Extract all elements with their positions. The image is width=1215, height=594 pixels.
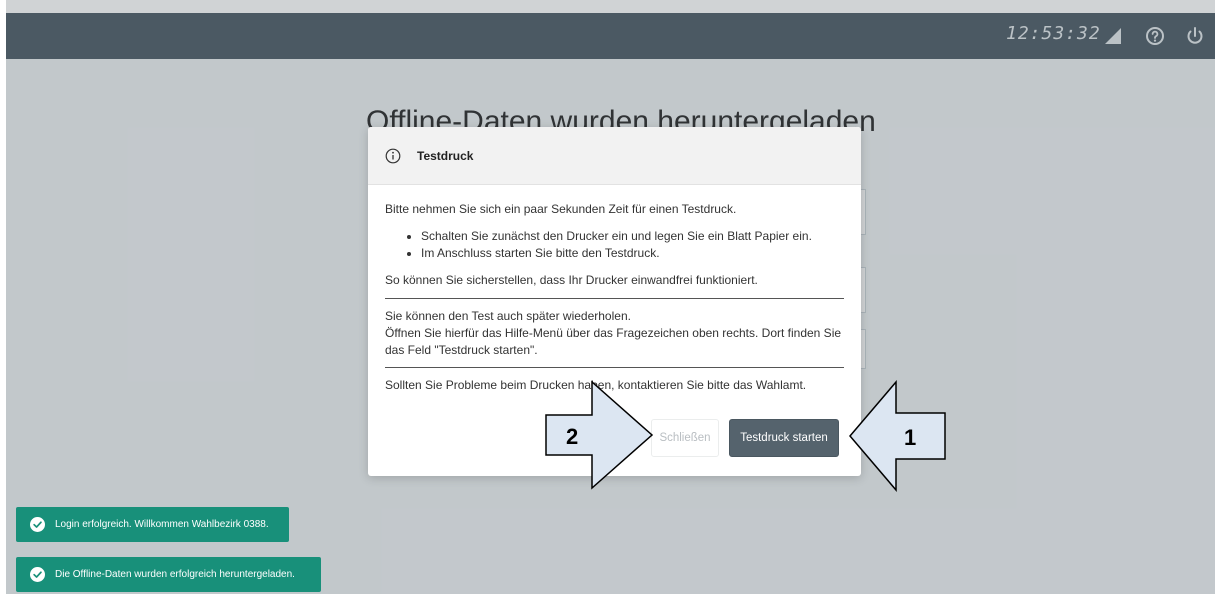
toast-notification[interactable]: Login erfolgreich. Willkommen Wahlbezirk… xyxy=(16,507,289,542)
later-line: Sie können den Test auch später wiederho… xyxy=(385,309,631,323)
check-circle-icon xyxy=(30,567,45,582)
later-line: Öffnen Sie hierfür das Hilfe-Menü über d… xyxy=(385,326,842,357)
toast-text: Login erfolgreich. Willkommen Wahlbezirk… xyxy=(55,519,269,530)
callout-number: 2 xyxy=(566,424,579,449)
close-button[interactable]: Schließen xyxy=(651,419,719,457)
dialog-buttons: Schließen Testdruck starten xyxy=(651,419,839,457)
list-item: Im Anschluss starten Sie bitte den Testd… xyxy=(407,245,844,262)
toast-text: Die Offline-Daten wurden erfolgreich her… xyxy=(55,569,295,580)
callout-arrow-1: 1 xyxy=(848,380,948,492)
intro-text: Bitte nehmen Sie sich ein paar Sekunden … xyxy=(385,202,737,216)
list-item: Schalten Sie zunächst den Drucker ein un… xyxy=(407,228,844,245)
later-text: Sie können den Test auch später wiederho… xyxy=(385,308,844,368)
info-icon xyxy=(385,148,401,164)
check-circle-icon xyxy=(30,517,45,532)
toast-notification[interactable]: Die Offline-Daten wurden erfolgreich her… xyxy=(16,557,321,592)
start-testprint-button[interactable]: Testdruck starten xyxy=(729,419,839,457)
callout-arrow-2: 2 xyxy=(544,380,654,490)
dialog-body: Bitte nehmen Sie sich ein paar Sekunden … xyxy=(368,185,861,394)
dialog-header: Testdruck xyxy=(368,127,861,185)
callout-number: 1 xyxy=(904,425,917,450)
dialog-title: Testdruck xyxy=(417,149,474,163)
check-text: So können Sie sicherstellen, dass Ihr Dr… xyxy=(385,272,844,299)
instruction-list: Schalten Sie zunächst den Drucker ein un… xyxy=(407,228,844,262)
